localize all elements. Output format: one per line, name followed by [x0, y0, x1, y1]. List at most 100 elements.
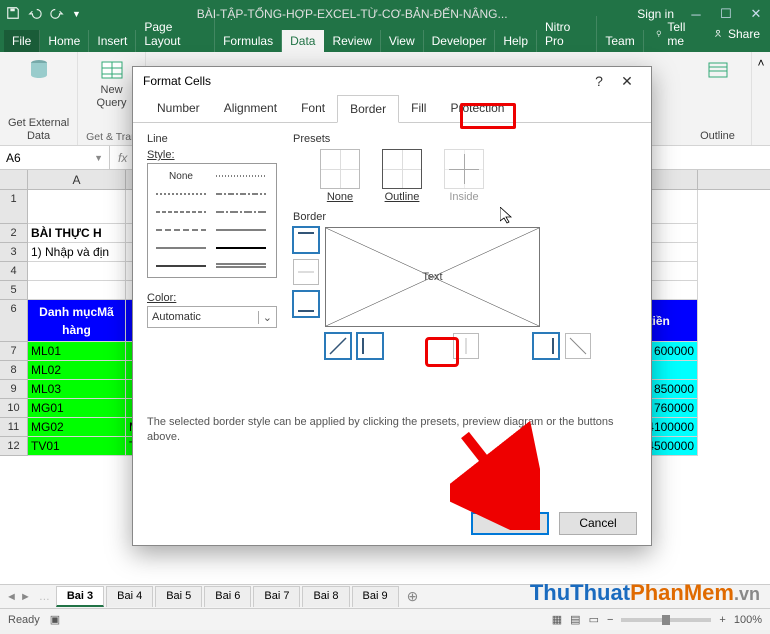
sheet-tab[interactable]: Bai 8 [302, 586, 349, 607]
zoom-level[interactable]: 100% [734, 614, 762, 626]
sheet-tab[interactable]: Bai 7 [253, 586, 300, 607]
border-middle-h-button[interactable] [293, 259, 319, 285]
row-header[interactable]: 1 [0, 190, 28, 224]
line-style-item[interactable] [152, 240, 210, 256]
col-header[interactable]: A [28, 170, 126, 189]
preset-inside[interactable]: Inside [441, 149, 487, 203]
view-normal-icon[interactable]: ▦ [552, 613, 562, 626]
tab-developer[interactable]: Developer [424, 30, 496, 52]
view-page-break-icon[interactable]: ▭ [589, 613, 599, 626]
tab-data[interactable]: Data [282, 30, 324, 52]
dtab-alignment[interactable]: Alignment [212, 95, 289, 122]
line-style-list[interactable]: None [147, 163, 277, 278]
row-header[interactable]: 2 [0, 224, 28, 243]
sheet-tab[interactable]: Bai 5 [155, 586, 202, 607]
border-diag-down-button[interactable] [565, 333, 591, 359]
name-box[interactable]: A6 ▼ [0, 146, 110, 169]
line-style-item[interactable] [212, 204, 270, 220]
line-style-item[interactable] [152, 204, 210, 220]
zoom-out-icon[interactable]: − [607, 614, 613, 626]
border-top-button[interactable] [293, 227, 319, 253]
row-header[interactable]: 12 [0, 437, 28, 456]
tab-formulas[interactable]: Formulas [215, 30, 282, 52]
dtab-fill[interactable]: Fill [399, 95, 438, 122]
save-icon[interactable] [6, 6, 20, 23]
row-header[interactable]: 10 [0, 399, 28, 418]
sheet-tab[interactable]: Bai 9 [352, 586, 399, 607]
row-header[interactable]: 7 [0, 342, 28, 361]
row-header[interactable]: 3 [0, 243, 28, 262]
undo-icon[interactable] [28, 6, 42, 23]
collapse-ribbon-icon[interactable]: ˄ [752, 52, 770, 145]
sheet-tab[interactable]: Bai 3 [56, 586, 104, 607]
qat-dropdown-icon[interactable]: ▼ [72, 9, 81, 19]
cell[interactable]: ML02 [28, 361, 126, 380]
border-left-button[interactable] [357, 333, 383, 359]
line-style-item[interactable] [152, 222, 210, 238]
cell[interactable]: MG02 [28, 418, 126, 437]
line-style-item[interactable] [152, 258, 210, 274]
line-style-none[interactable]: None [152, 168, 210, 184]
cell[interactable]: BÀI THỰC H [28, 224, 126, 243]
group-outline[interactable]: Outline [684, 52, 752, 145]
dialog-titlebar[interactable]: Format Cells ? ✕ [133, 67, 651, 95]
cell[interactable]: Danh mụcMã hàng [28, 300, 126, 342]
cell[interactable]: MG01 [28, 399, 126, 418]
cell[interactable] [28, 281, 126, 300]
border-preview[interactable]: Text [325, 227, 540, 327]
row-header[interactable]: 11 [0, 418, 28, 437]
cell[interactable]: ML03 [28, 380, 126, 399]
line-style-item[interactable] [212, 258, 270, 274]
cell[interactable] [28, 262, 126, 281]
add-sheet-icon[interactable]: ⊕ [407, 588, 419, 605]
select-all-corner[interactable] [0, 170, 28, 189]
line-style-item[interactable] [212, 222, 270, 238]
dtab-number[interactable]: Number [145, 95, 212, 122]
row-header[interactable]: 8 [0, 361, 28, 380]
color-select[interactable]: Automatic ⌄ [147, 306, 277, 328]
zoom-in-icon[interactable]: + [719, 614, 725, 626]
ok-button[interactable]: OK [471, 512, 549, 535]
dialog-close-icon[interactable]: ✕ [613, 73, 641, 90]
border-bottom-button[interactable] [293, 291, 319, 317]
row-header[interactable]: 5 [0, 281, 28, 300]
group-get-external-data[interactable]: Get External Data [0, 52, 78, 145]
sheet-nav[interactable]: ◄ ► [6, 591, 31, 603]
view-page-layout-icon[interactable]: ▤ [570, 613, 580, 626]
sheet-tab[interactable]: Bai 6 [204, 586, 251, 607]
border-diag-up-button[interactable] [325, 333, 351, 359]
row-header[interactable]: 4 [0, 262, 28, 281]
line-style-item[interactable] [212, 240, 270, 256]
preset-none[interactable]: None [317, 149, 363, 203]
tab-view[interactable]: View [381, 30, 424, 52]
dtab-border[interactable]: Border [337, 95, 399, 123]
row-header[interactable]: 6 [0, 300, 28, 342]
tab-nitro-pro[interactable]: Nitro Pro [537, 16, 597, 52]
cell[interactable]: 1) Nhập và địn [28, 243, 126, 262]
dropdown-icon[interactable]: ⌄ [258, 311, 272, 324]
preset-outline[interactable]: Outline [379, 149, 425, 203]
tell-me[interactable]: Tell me [654, 20, 698, 48]
line-style-item[interactable] [152, 186, 210, 202]
cell[interactable] [28, 190, 126, 224]
tab-team[interactable]: Team [597, 30, 643, 52]
redo-icon[interactable] [50, 6, 64, 23]
sheet-tab[interactable]: Bai 4 [106, 586, 153, 607]
dialog-help-icon[interactable]: ? [585, 73, 613, 89]
tab-page-layout[interactable]: Page Layout [136, 16, 215, 52]
cell[interactable]: TV01 [28, 437, 126, 456]
cancel-button[interactable]: Cancel [559, 512, 637, 535]
tab-review[interactable]: Review [324, 30, 380, 52]
line-style-item[interactable] [212, 186, 270, 202]
name-box-dropdown-icon[interactable]: ▼ [94, 153, 103, 163]
dtab-font[interactable]: Font [289, 95, 337, 122]
tab-home[interactable]: Home [40, 30, 89, 52]
tab-file[interactable]: File [4, 30, 40, 52]
tab-insert[interactable]: Insert [89, 30, 136, 52]
border-right-button[interactable] [533, 333, 559, 359]
line-style-item[interactable] [212, 168, 270, 184]
macro-record-icon[interactable]: ▣ [50, 613, 60, 626]
share-button[interactable]: Share [712, 27, 760, 41]
tab-help[interactable]: Help [495, 30, 537, 52]
zoom-slider[interactable] [621, 618, 711, 622]
